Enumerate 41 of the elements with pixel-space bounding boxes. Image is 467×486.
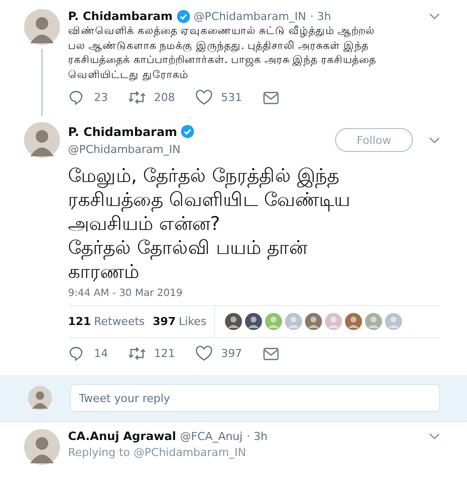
action-count: 531 xyxy=(221,91,242,104)
avatar-icon xyxy=(24,9,60,45)
envelope-icon[interactable] xyxy=(262,89,280,106)
action-count: 14 xyxy=(94,347,108,360)
user-name[interactable]: P. Chidambaram xyxy=(68,124,178,138)
avatar-icon xyxy=(24,429,60,465)
avatar-icon[interactable] xyxy=(225,313,242,330)
user-handle[interactable]: @PChidambaram_IN xyxy=(194,10,306,22)
user-handle[interactable]: @PChidambaram_IN xyxy=(68,142,194,156)
replying-to-text: Replying to @PChidambaram_IN xyxy=(68,446,247,459)
tweet-text: விண்வெளிக் கலத்தை ஏவுகணையால் சுட்டு வீழ்த்தும் ஆற்றல் பல ஆண்டுகளாக நமக்கு இருந்தது. புத்திசாலி அரசுகள் இந்த ரகசியத்தைக் காப்பாற்றினார்கள். பாஜக அரசு இந்த ரகசியத்தை வெளியிட்டது துரோகம் xyxy=(68,24,378,82)
user-handle[interactable]: @FCA_Anuj xyxy=(180,430,243,442)
retweet-icon[interactable] xyxy=(128,345,146,362)
avatar-icon xyxy=(28,386,52,410)
action-count: 121 xyxy=(154,347,175,360)
heart-icon[interactable] xyxy=(195,345,213,362)
tweet-time: · 3h xyxy=(310,10,332,22)
tweet-timestamp[interactable]: 9:44 AM - 30 Mar 2019 xyxy=(68,288,440,299)
avatar-icon[interactable] xyxy=(245,313,262,330)
avatar-icon[interactable] xyxy=(305,313,322,330)
chevron-down-icon xyxy=(429,432,440,440)
chevron-down-icon xyxy=(429,136,440,144)
user-name[interactable]: CA.Anuj Agrawal xyxy=(68,429,176,443)
stat-count[interactable]: 121 xyxy=(68,315,91,328)
envelope-icon[interactable] xyxy=(262,345,280,362)
tweet-time: · 3h xyxy=(246,430,268,442)
retweet-icon[interactable] xyxy=(128,89,146,106)
heart-icon[interactable] xyxy=(195,89,213,106)
chevron-down-icon xyxy=(429,12,440,20)
action-count: 208 xyxy=(154,91,175,104)
action-count: 23 xyxy=(94,91,108,104)
avatar-icon[interactable] xyxy=(345,313,362,330)
stat-label[interactable]: Retweets xyxy=(94,315,145,328)
stat-label[interactable]: Likes xyxy=(178,315,206,328)
stat-count[interactable]: 397 xyxy=(152,315,176,328)
avatar-icon xyxy=(24,122,60,158)
action-count: 397 xyxy=(221,347,242,360)
reply-field[interactable]: Tweet your reply xyxy=(70,384,440,412)
user-name[interactable]: P. Chidambaram xyxy=(68,9,173,23)
follow-button[interactable]: Follow xyxy=(335,128,413,152)
tweet-text: மேலும், தேர்தல் நேரத்தில் இந்த ரகசியத்தை வெளியிட வேண்டிய அவசியம் என்ன? தேர்தல் தோல்வி பயம் தான் காரணம் xyxy=(68,164,352,284)
